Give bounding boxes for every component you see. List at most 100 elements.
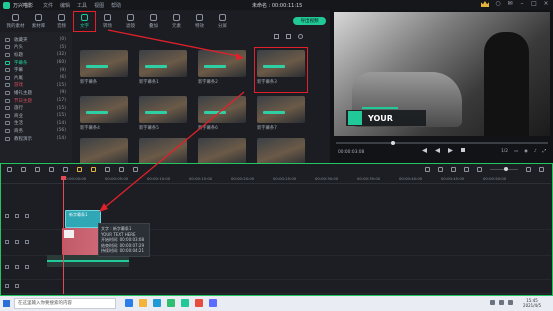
sort-icon[interactable] <box>286 34 291 39</box>
eye-icon[interactable] <box>25 214 29 218</box>
export-button[interactable]: 导出视频 <box>293 17 326 25</box>
tab-split-screen[interactable]: 分屏 <box>211 11 234 32</box>
sidebar-item-life[interactable]: 生活 (14) <box>0 120 72 128</box>
speed-icon[interactable] <box>77 167 82 172</box>
lock-icon[interactable] <box>15 265 19 269</box>
tab-effects[interactable]: 特效 <box>188 11 211 32</box>
menu-view[interactable]: 视图 <box>94 2 104 9</box>
zoom-slider[interactable] <box>490 167 518 171</box>
lower-third-overlay[interactable]: YOUR <box>346 110 426 126</box>
sidebar-item-gaming[interactable]: 游戏 (15) <box>0 82 72 90</box>
close-icon[interactable]: × <box>543 1 549 7</box>
tab-text[interactable]: 文字 <box>73 11 96 32</box>
timeline-ruler[interactable]: 00:00:00:00 00:00:05:00 00:00:10:00 00:0… <box>1 176 551 184</box>
monitor-icon[interactable]: ▭ <box>514 149 518 154</box>
app-icon[interactable] <box>209 299 217 307</box>
eye-icon[interactable] <box>25 240 29 244</box>
search-icon[interactable] <box>298 34 303 39</box>
sidebar-item-commerce[interactable]: 商务 (56) <box>0 127 72 135</box>
menu-file[interactable]: 文件 <box>43 2 53 9</box>
taskbar-search[interactable]: 在这里输入你要搜索的内容 <box>14 298 116 309</box>
mosaic-icon[interactable] <box>133 167 138 172</box>
mail-icon[interactable]: ✉ <box>507 1 513 7</box>
browser-icon[interactable] <box>153 299 161 307</box>
progress-knob[interactable] <box>391 140 396 145</box>
template-card[interactable]: 新字幕条1 <box>139 50 187 90</box>
redo-icon[interactable] <box>21 167 26 172</box>
render-icon[interactable] <box>425 167 430 172</box>
zoom-out-icon[interactable] <box>477 167 482 172</box>
video-preview[interactable]: YOUR <box>334 12 550 136</box>
template-card[interactable]: 新字幕条2 <box>198 50 246 90</box>
wechat-icon[interactable] <box>167 299 175 307</box>
filmora-taskbar-icon[interactable] <box>181 299 189 307</box>
sidebar-item-holiday[interactable]: 节日主题 (17) <box>0 97 72 105</box>
play-icon[interactable] <box>448 148 453 153</box>
menu-help[interactable]: 帮助 <box>111 2 121 9</box>
volume-icon[interactable]: ♪ <box>534 149 537 154</box>
undo-icon[interactable] <box>7 167 12 172</box>
playback-ratio[interactable]: 1/2 <box>501 149 508 154</box>
sidebar-item-opener[interactable]: 片头 (5) <box>0 44 72 52</box>
menu-tools[interactable]: 工具 <box>77 2 87 9</box>
maximize-icon[interactable]: □ <box>531 1 537 7</box>
text-clip[interactable]: 新字幕条1 <box>65 210 101 228</box>
sidebar-item-lower-thirds[interactable]: 字幕条 (60) <box>0 59 72 67</box>
playhead[interactable] <box>61 176 66 294</box>
template-card[interactable]: 新字幕条5 <box>139 96 187 136</box>
lock-icon[interactable] <box>15 284 19 288</box>
network-icon[interactable] <box>490 300 495 305</box>
sidebar-item-titles[interactable]: 标题 (32) <box>0 51 72 59</box>
tab-my-media[interactable]: 我的素材 <box>4 11 27 32</box>
speaker-icon[interactable] <box>25 265 29 269</box>
app-icon[interactable] <box>195 299 203 307</box>
color-icon[interactable] <box>91 167 96 172</box>
snapshot-icon[interactable]: ◉ <box>524 149 528 154</box>
minimize-icon[interactable]: – <box>519 1 525 7</box>
delete-icon[interactable] <box>35 167 40 172</box>
template-card[interactable]: 新字幕条4 <box>80 96 128 136</box>
stop-icon[interactable] <box>461 148 465 152</box>
lock-icon[interactable] <box>15 214 19 218</box>
sidebar-item-tutorial[interactable]: 教程演示 (14) <box>0 135 72 143</box>
tab-audio[interactable]: 音频 <box>50 11 73 32</box>
crop-icon[interactable] <box>63 167 68 172</box>
cut-icon[interactable] <box>49 167 54 172</box>
progress-track[interactable] <box>336 142 548 144</box>
previous-frame-icon[interactable] <box>422 148 427 153</box>
file-explorer-icon[interactable] <box>139 299 147 307</box>
template-card[interactable]: 新字幕条 <box>80 50 128 90</box>
tab-filter[interactable]: 滤镜 <box>119 11 142 32</box>
user-icon[interactable]: ○ <box>495 1 501 7</box>
sidebar-item-subtitles[interactable]: 字幕 (9) <box>0 66 72 74</box>
audio-mix-icon[interactable] <box>105 167 110 172</box>
task-view-icon[interactable] <box>125 299 133 307</box>
template-card-selected[interactable]: 新字幕条3 <box>254 47 308 93</box>
sidebar-item-wedding[interactable]: 婚礼主题 (9) <box>0 89 72 97</box>
tab-overlay[interactable]: 叠加 <box>142 11 165 32</box>
rewind-icon[interactable] <box>435 148 440 153</box>
snap-icon[interactable] <box>464 167 469 172</box>
tab-transition[interactable]: 转场 <box>96 11 119 32</box>
ime-icon[interactable] <box>508 300 513 305</box>
template-card[interactable]: 新字幕条6 <box>198 96 246 136</box>
crown-icon[interactable] <box>481 1 489 7</box>
fullscreen-icon[interactable]: ⤢ <box>543 149 546 154</box>
start-icon[interactable] <box>3 300 10 307</box>
marker-icon[interactable] <box>438 167 443 172</box>
fit-icon[interactable] <box>539 167 544 172</box>
motion-icon[interactable] <box>119 167 124 172</box>
taskbar-clock[interactable]: 15:45 2021/4/5 <box>523 298 541 308</box>
zoom-in-icon[interactable] <box>526 167 531 172</box>
menu-edit[interactable]: 编辑 <box>60 2 70 9</box>
sidebar-item-favorites[interactable]: 收藏夹 (0) <box>0 36 72 44</box>
sidebar-item-end-credits[interactable]: 片尾 (6) <box>0 74 72 82</box>
template-card[interactable]: 新字幕条7 <box>257 96 305 136</box>
volume-icon[interactable] <box>499 300 504 305</box>
lock-icon[interactable] <box>15 240 19 244</box>
tab-stock[interactable]: 素材库 <box>27 11 50 32</box>
sidebar-item-travel[interactable]: 旅行 (15) <box>0 104 72 112</box>
sidebar-item-business[interactable]: 商业 (15) <box>0 112 72 120</box>
grid-view-icon[interactable] <box>274 34 279 39</box>
voiceover-icon[interactable] <box>451 167 456 172</box>
